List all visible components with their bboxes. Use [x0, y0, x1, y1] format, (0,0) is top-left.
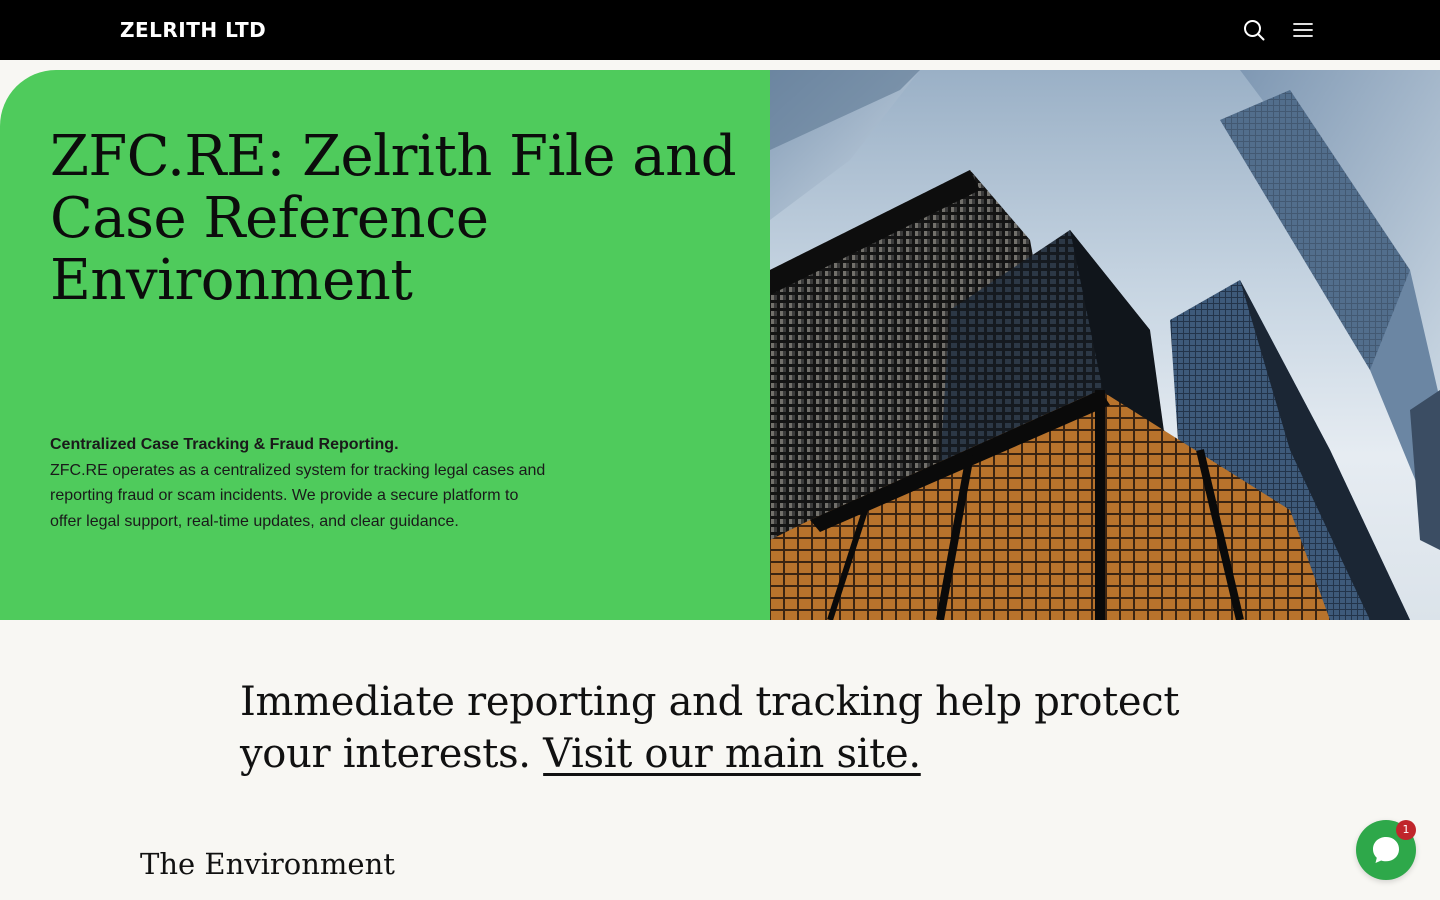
- hamburger-menu-icon[interactable]: [1288, 15, 1318, 45]
- top-navigation-bar: ZELRITH LTD: [0, 0, 1440, 60]
- hero-title: ZFC.RE: Zelrith File and Case Reference …: [50, 124, 737, 313]
- search-icon[interactable]: [1239, 15, 1269, 45]
- hero-description: Centralized Case Tracking & Fraud Report…: [50, 432, 550, 534]
- visit-main-site-link[interactable]: Visit our main site.: [543, 731, 921, 777]
- hero-text-panel: ZFC.RE: Zelrith File and Case Reference …: [0, 70, 770, 620]
- chat-bubble-icon: [1373, 837, 1399, 863]
- statement-text: Immediate reporting and tracking help pr…: [240, 676, 1200, 780]
- hero-section: ZFC.RE: Zelrith File and Case Reference …: [0, 70, 1440, 620]
- brand-logo[interactable]: ZELRITH LTD: [120, 17, 266, 43]
- section-title-environment: The Environment: [140, 847, 395, 881]
- hero-lead: Centralized Case Tracking & Fraud Report…: [50, 436, 399, 453]
- skyscrapers-photo: [770, 70, 1440, 620]
- notification-badge: 1: [1396, 820, 1416, 840]
- hero-body: ZFC.RE operates as a centralized system …: [50, 461, 546, 530]
